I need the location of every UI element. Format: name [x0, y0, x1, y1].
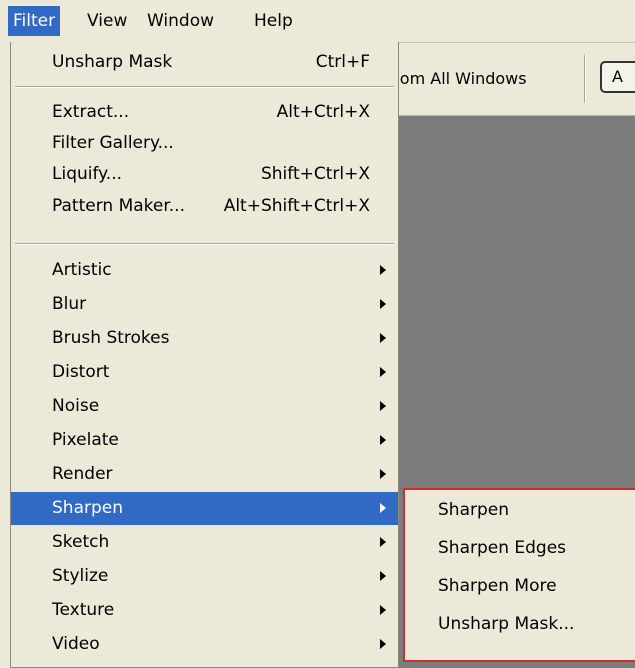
menu-item-distort[interactable]: Distort — [11, 356, 398, 389]
menu-item-blur[interactable]: Blur — [11, 288, 398, 321]
menu-item-sharpen[interactable]: Sharpen — [11, 492, 398, 525]
submenu-arrow-icon — [380, 469, 386, 479]
submenu-arrow-icon — [380, 537, 386, 547]
submenu-item-label: Sharpen Edges — [438, 538, 567, 558]
menu-item-video[interactable]: Video — [11, 628, 398, 661]
menu-item-label: Unsharp Mask — [52, 52, 173, 72]
menu-item-last-filter[interactable]: Unsharp Mask Ctrl+F — [11, 46, 398, 79]
zoom-all-windows-button[interactable]: oom All Windows — [390, 59, 527, 99]
menu-item-brush-strokes[interactable]: Brush Strokes — [11, 322, 398, 355]
menu-item-label: Stylize — [52, 566, 109, 586]
submenu-arrow-icon — [380, 605, 386, 615]
menu-item-label: Pattern Maker... — [52, 196, 185, 216]
menu-item-label: Blur — [52, 294, 87, 314]
menu-item-label: Noise — [52, 396, 100, 416]
submenu-arrow-icon — [380, 401, 386, 411]
menu-item-label: Brush Strokes — [52, 328, 170, 348]
menu-item-shortcut: Ctrl+F — [315, 52, 370, 72]
submenu-arrow-icon — [380, 367, 386, 377]
menu-item-extract[interactable]: Extract... Alt+Ctrl+X — [11, 96, 398, 129]
menu-item-label: Distort — [52, 362, 110, 382]
menu-item-liquify[interactable]: Liquify... Shift+Ctrl+X — [11, 158, 398, 191]
menu-item-label: Liquify... — [52, 164, 123, 184]
menu-item-sketch[interactable]: Sketch — [11, 526, 398, 559]
actual-pixels-button[interactable]: A — [600, 61, 635, 93]
menu-item-label: Texture — [52, 600, 115, 620]
submenu-item-sharpen[interactable]: Sharpen — [405, 494, 635, 526]
submenu-arrow-icon — [380, 333, 386, 343]
menu-item-texture[interactable]: Texture — [11, 594, 398, 627]
submenu-arrow-icon — [380, 639, 386, 649]
menu-item-shortcut: Shift+Ctrl+X — [260, 164, 370, 184]
menu-item-pixelate[interactable]: Pixelate — [11, 424, 398, 457]
submenu-arrow-icon — [380, 299, 386, 309]
submenu-item-label: Sharpen More — [438, 576, 557, 596]
menu-item-label: Filter Gallery... — [52, 133, 174, 153]
submenu-arrow-icon — [380, 435, 386, 445]
tool-strip-edge — [0, 42, 10, 668]
menu-item-render[interactable]: Render — [11, 458, 398, 491]
menu-item-label: Artistic — [52, 260, 112, 280]
menu-item-label: Sharpen — [52, 498, 123, 518]
submenu-arrow-icon — [380, 571, 386, 581]
sharpen-submenu: Sharpen Sharpen Edges Sharpen More Unsha… — [403, 488, 635, 662]
filter-dropdown-menu: Unsharp Mask Ctrl+F Extract... Alt+Ctrl+… — [10, 42, 399, 668]
options-separator-highlight — [585, 55, 586, 103]
submenu-arrow-icon — [380, 265, 386, 275]
submenu-item-unsharp-mask[interactable]: Unsharp Mask... — [405, 608, 635, 640]
menu-window[interactable]: Window — [142, 6, 219, 36]
menu-item-artistic[interactable]: Artistic — [11, 254, 398, 287]
menu-item-filter-gallery[interactable]: Filter Gallery... — [11, 127, 398, 160]
menu-view[interactable]: View — [82, 6, 132, 36]
submenu-item-sharpen-edges[interactable]: Sharpen Edges — [405, 532, 635, 564]
menu-item-label: Video — [52, 634, 100, 654]
submenu-item-label: Sharpen — [438, 500, 509, 520]
menu-bar: Filter View Window Help — [0, 0, 635, 43]
menu-item-shortcut: Alt+Ctrl+X — [276, 102, 370, 122]
menu-item-stylize[interactable]: Stylize — [11, 560, 398, 593]
menu-separator — [15, 243, 394, 245]
menu-item-label: Sketch — [52, 532, 110, 552]
menu-help[interactable]: Help — [249, 6, 298, 36]
menu-item-shortcut: Alt+Shift+Ctrl+X — [223, 196, 370, 216]
submenu-arrow-icon — [380, 503, 386, 513]
submenu-item-label: Unsharp Mask... — [438, 614, 575, 634]
menu-item-label: Extract... — [52, 102, 130, 122]
menu-item-label: Pixelate — [52, 430, 119, 450]
menu-separator — [15, 86, 394, 88]
menu-item-label: Render — [52, 464, 113, 484]
menu-filter[interactable]: Filter — [8, 6, 61, 36]
menu-item-noise[interactable]: Noise — [11, 390, 398, 423]
menu-item-pattern-maker[interactable]: Pattern Maker... Alt+Shift+Ctrl+X — [11, 190, 398, 223]
submenu-item-sharpen-more[interactable]: Sharpen More — [405, 570, 635, 602]
